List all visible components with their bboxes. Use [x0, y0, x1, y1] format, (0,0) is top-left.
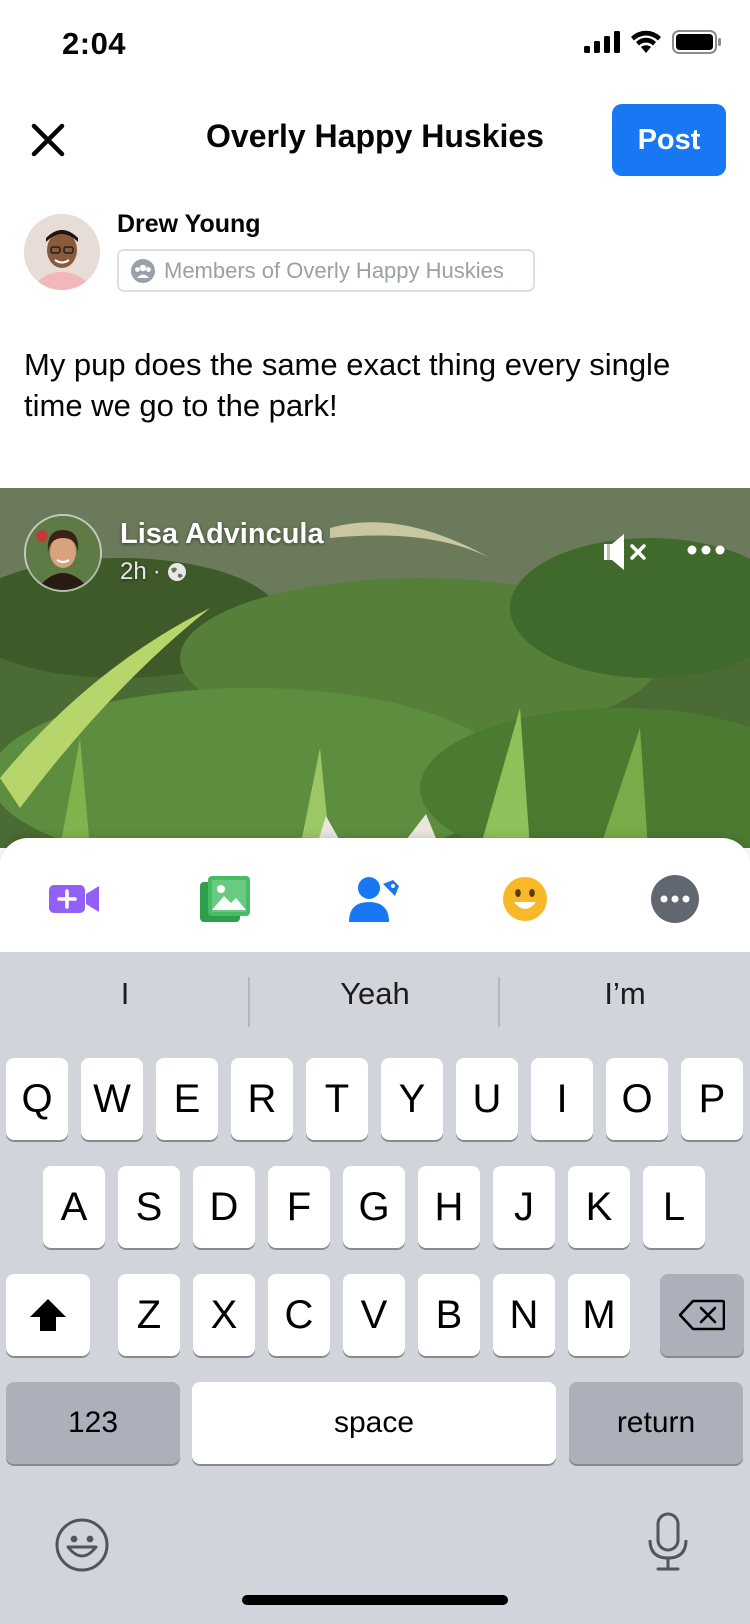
live-video-icon [49, 885, 99, 913]
key-g[interactable]: G [343, 1166, 405, 1248]
tag-people-icon [349, 877, 399, 922]
key-m[interactable]: M [568, 1274, 630, 1356]
more-options-button[interactable] [686, 538, 726, 562]
key-s[interactable]: S [118, 1166, 180, 1248]
mute-button[interactable] [602, 532, 648, 572]
key-y[interactable]: Y [381, 1058, 443, 1140]
shared-post-time: 2h [120, 558, 147, 585]
battery-icon [672, 30, 721, 54]
key-d[interactable]: D [193, 1166, 255, 1248]
key-w[interactable]: W [81, 1058, 143, 1140]
meta-separator: · [152, 558, 161, 585]
audience-selector[interactable]: Members of Overly Happy Huskies [117, 249, 535, 292]
numbers-key[interactable]: 123 [6, 1382, 180, 1464]
live-video-button[interactable] [48, 874, 102, 924]
key-a[interactable]: A [43, 1166, 105, 1248]
key-k[interactable]: K [568, 1166, 630, 1248]
key-v[interactable]: V [343, 1274, 405, 1356]
shift-icon [30, 1299, 66, 1331]
predictive-text-bar: I Yeah I’m [0, 952, 750, 1052]
shared-video-preview[interactable]: Lisa Advincula 2h · [0, 488, 750, 848]
tag-people-button[interactable] [348, 874, 402, 924]
status-time: 2:04 [62, 26, 127, 61]
composer-toolbar [0, 838, 750, 954]
key-n[interactable]: N [493, 1274, 555, 1356]
shift-key[interactable] [6, 1274, 90, 1356]
backspace-icon [679, 1299, 725, 1331]
key-l[interactable]: L [643, 1166, 705, 1248]
key-o[interactable]: O [606, 1058, 668, 1140]
key-e[interactable]: E [156, 1058, 218, 1140]
author-name: Drew Young [117, 210, 261, 238]
status-icons [584, 30, 722, 54]
key-p[interactable]: P [681, 1058, 743, 1140]
key-x[interactable]: X [193, 1274, 255, 1356]
shared-post-meta: 2h · [120, 558, 187, 586]
home-indicator [242, 1595, 508, 1605]
status-bar: 2:04 [0, 0, 750, 90]
suggestion-3[interactable]: I’m [505, 976, 745, 1012]
keyboard: I Yeah I’m Q W E R T Y U I O P A S D F G… [0, 952, 750, 1624]
key-i[interactable]: I [531, 1058, 593, 1140]
photo-button[interactable] [198, 874, 252, 924]
dictation-button[interactable] [646, 1512, 690, 1577]
more-tools-button[interactable] [648, 874, 702, 924]
suggestion-divider [498, 977, 500, 1027]
key-u[interactable]: U [456, 1058, 518, 1140]
microphone-icon [648, 1512, 688, 1571]
shared-author-name[interactable]: Lisa Advincula [120, 518, 324, 551]
backspace-key[interactable] [660, 1274, 744, 1356]
emoji-icon [55, 1518, 109, 1572]
key-j[interactable]: J [493, 1166, 555, 1248]
feeling-button[interactable] [498, 874, 552, 924]
suggestion-divider [248, 977, 250, 1027]
emoji-keyboard-button[interactable] [54, 1517, 110, 1578]
composer-header: Overly Happy Huskies Post [0, 100, 750, 180]
key-z[interactable]: Z [118, 1274, 180, 1356]
cellular-signal-icon [584, 31, 620, 53]
more-options-icon [651, 875, 699, 923]
muted-speaker-icon [604, 534, 646, 570]
key-h[interactable]: H [418, 1166, 480, 1248]
shared-author-avatar[interactable] [24, 514, 102, 592]
return-key[interactable]: return [569, 1382, 743, 1464]
photo-icon [200, 876, 250, 922]
suggestion-1[interactable]: I [5, 976, 245, 1012]
key-c[interactable]: C [268, 1274, 330, 1356]
wifi-icon [631, 30, 661, 53]
key-f[interactable]: F [268, 1166, 330, 1248]
feeling-icon [503, 877, 547, 921]
post-text-input[interactable]: My pup does the same exact thing every s… [24, 344, 724, 426]
key-q[interactable]: Q [6, 1058, 68, 1140]
audience-label: Members of Overly Happy Huskies [164, 257, 504, 283]
key-t[interactable]: T [306, 1058, 368, 1140]
post-button[interactable]: Post [612, 104, 726, 176]
suggestion-2[interactable]: Yeah [255, 976, 495, 1012]
space-key[interactable]: space [192, 1382, 556, 1464]
key-r[interactable]: R [231, 1058, 293, 1140]
ellipsis-icon [687, 545, 725, 555]
globe-icon [167, 563, 186, 581]
avatar [24, 214, 100, 290]
key-b[interactable]: B [418, 1274, 480, 1356]
group-icon [131, 258, 155, 283]
